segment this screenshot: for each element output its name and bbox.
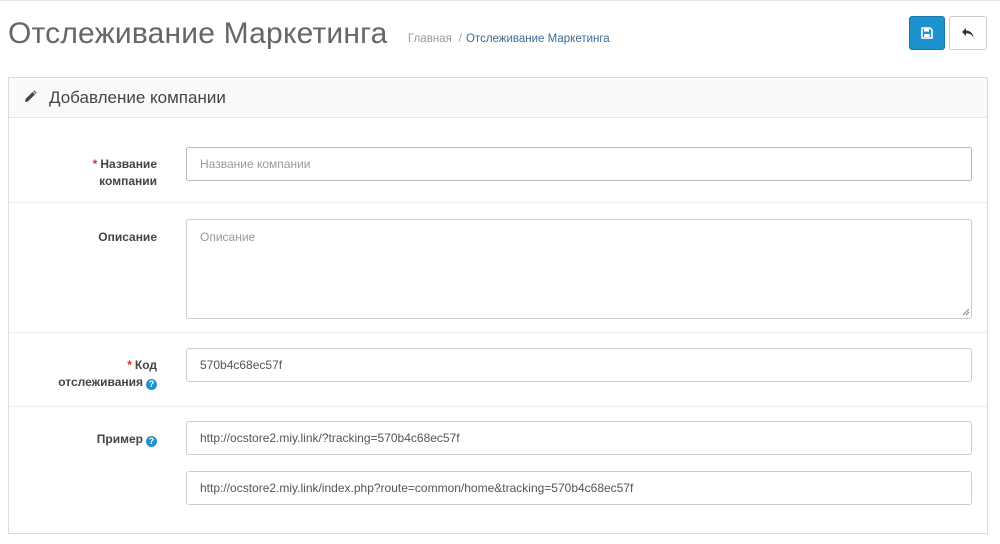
tracking-code-label: * Код отслеживания? xyxy=(58,358,157,390)
description-textarea[interactable] xyxy=(186,219,972,319)
tracking-code-input[interactable] xyxy=(186,348,972,382)
top-border xyxy=(0,0,1000,1)
example-url-input-1[interactable] xyxy=(186,421,972,455)
form-row-example: Пример? xyxy=(9,407,987,527)
panel-heading: Добавление компании xyxy=(9,78,987,118)
form-row-name: * Название компании xyxy=(9,118,987,202)
breadcrumb-separator: / xyxy=(458,33,462,45)
form-row-description: Описание xyxy=(9,203,987,332)
pencil-icon xyxy=(25,90,37,102)
description-label: Описание xyxy=(98,230,157,244)
add-campaign-panel: Добавление компании *Название компании О… xyxy=(8,77,988,534)
help-icon[interactable]: ? xyxy=(146,379,157,390)
save-icon xyxy=(921,27,933,39)
campaign-name-input[interactable] xyxy=(186,147,972,181)
example-label: Пример? xyxy=(97,431,157,448)
resize-grip-icon[interactable] xyxy=(962,308,970,316)
panel-title: Добавление компании xyxy=(49,88,226,107)
back-button[interactable] xyxy=(949,16,987,50)
name-label: * Название компании xyxy=(92,157,157,188)
breadcrumb: Главная / Отслеживание Маркетинга xyxy=(408,32,610,46)
save-button[interactable] xyxy=(909,16,945,50)
breadcrumb-current-link[interactable]: Отслеживание Маркетинга xyxy=(466,33,610,45)
form-row-code: * Код отслеживания? xyxy=(9,333,987,406)
required-marker: * xyxy=(92,157,98,171)
page-header: Отслеживание Маркетинга Главная / Отслежив… xyxy=(8,16,988,56)
example-url-input-2[interactable] xyxy=(186,471,972,505)
required-marker: * xyxy=(127,358,132,372)
reply-icon xyxy=(962,28,974,38)
help-icon[interactable]: ? xyxy=(146,436,157,447)
breadcrumb-home-link[interactable]: Главная xyxy=(408,33,452,45)
page-title: Отслеживание Маркетинга xyxy=(8,17,388,50)
